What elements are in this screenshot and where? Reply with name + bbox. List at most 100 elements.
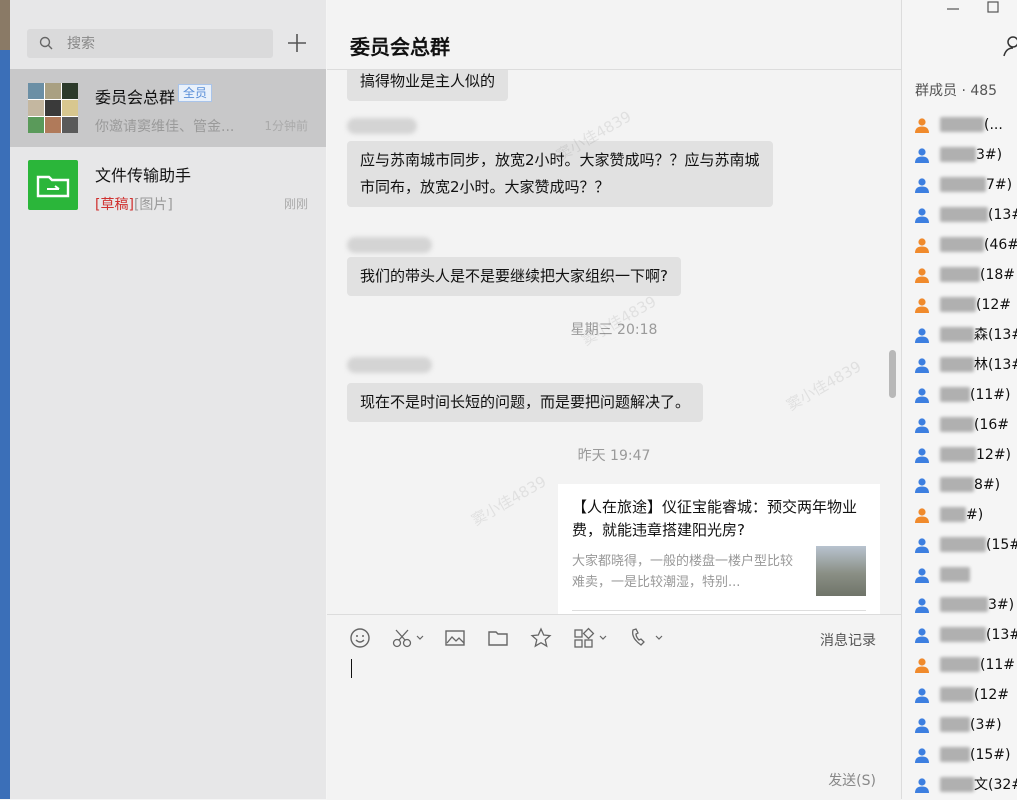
text-cursor — [351, 659, 352, 678]
member-avatar-icon — [915, 148, 929, 163]
sender-name-blurred — [347, 118, 417, 134]
member-name-blurred — [940, 237, 984, 252]
call-icon[interactable] — [629, 627, 667, 649]
minimize-icon[interactable] — [946, 2, 960, 16]
member-item[interactable]: (18# — [914, 265, 1017, 285]
screenshot-icon[interactable] — [391, 627, 427, 649]
member-avatar-icon — [915, 358, 929, 373]
search-box[interactable] — [27, 29, 273, 58]
member-avatar-icon — [915, 628, 929, 643]
draft-label: [草稿] — [95, 197, 134, 213]
member-info-icon[interactable] — [1002, 34, 1017, 58]
member-name-suffix: (15#) — [970, 747, 1011, 763]
member-name-blurred — [940, 477, 974, 492]
member-avatar-icon — [915, 448, 929, 463]
conversation-list-panel: 委员会总群 全员 你邀请窦维佳、管金... 1分钟前 文件传输助手 [草稿][图… — [10, 0, 326, 799]
conversation-item-group[interactable]: 委员会总群 全员 你邀请窦维佳、管金... 1分钟前 — [10, 69, 326, 147]
member-item[interactable]: (15#) — [914, 745, 1017, 765]
folder-icon[interactable] — [487, 627, 509, 649]
member-name-blurred — [940, 387, 970, 402]
apps-icon[interactable] — [573, 627, 611, 649]
conversation-time: 刚刚 — [283, 197, 308, 211]
member-name-blurred — [940, 567, 970, 582]
group-avatar — [28, 83, 78, 133]
member-name-suffix: (11# — [980, 657, 1016, 673]
member-item[interactable]: (3#) — [914, 715, 1017, 735]
member-name-blurred — [940, 117, 984, 132]
member-avatar-icon — [915, 268, 929, 283]
member-item[interactable]: (13# — [914, 625, 1017, 645]
conversation-time: 1分钟前 — [264, 119, 308, 133]
member-name-blurred — [940, 717, 970, 732]
member-item[interactable]: (11#) — [914, 385, 1017, 405]
watermark: 窦小佳4839 — [783, 357, 865, 415]
conversation-item-file-transfer[interactable]: 文件传输助手 [草稿][图片] 刚刚 — [10, 147, 326, 225]
member-item[interactable]: #) — [914, 505, 1017, 525]
image-icon[interactable] — [444, 627, 466, 649]
member-name-blurred — [940, 147, 976, 162]
member-item[interactable]: 12#) — [914, 445, 1017, 465]
member-name-suffix: (12# — [976, 297, 1012, 313]
member-item[interactable]: (... — [914, 115, 1017, 135]
member-name-suffix: 3#) — [976, 147, 1003, 163]
member-name-blurred — [940, 447, 976, 462]
message-bubble[interactable]: 我们的带头人是不是要继续把大家组织一下啊? — [347, 257, 681, 296]
message-input-area[interactable]: 消息记录 发送(S) — [327, 614, 901, 800]
message-list[interactable]: 搞得物业是主人似的 应与苏南城市同步，放宽2小时。大家赞成吗？？应与苏南城市同布… — [327, 70, 901, 614]
member-item[interactable] — [914, 565, 1017, 585]
member-item[interactable]: (12# — [914, 295, 1017, 315]
member-name-suffix: (18# — [980, 267, 1016, 283]
member-item[interactable]: (13# — [914, 205, 1017, 225]
member-avatar-icon — [915, 418, 929, 433]
message-bubble[interactable]: 现在不是时间长短的问题，而是要把问题解决了。 — [347, 383, 704, 422]
member-avatar-icon — [915, 688, 929, 703]
link-card-message[interactable]: 【人在旅途】仪征宝能睿城：预交两年物业费，就能违章搭建阳光房? 大家都晓得，一般… — [558, 484, 880, 614]
member-avatar-icon — [915, 598, 929, 613]
member-name-suffix: (3#) — [970, 717, 1002, 733]
member-avatar-icon — [915, 178, 929, 193]
member-item[interactable]: 森(13# — [914, 325, 1017, 345]
chat-scrollbar[interactable] — [889, 350, 896, 398]
folder-icon — [36, 175, 70, 198]
member-item[interactable]: (11# — [914, 655, 1017, 675]
member-name-suffix: (46# — [984, 237, 1017, 253]
emoji-icon[interactable] — [349, 627, 371, 649]
member-avatar-icon — [915, 748, 929, 763]
divider — [572, 610, 866, 611]
member-avatar-icon — [915, 538, 929, 553]
member-avatar-icon — [915, 118, 929, 133]
member-item[interactable]: 3#) — [914, 595, 1017, 615]
member-avatar-icon — [915, 658, 929, 673]
member-panel: 群成员 · 485 (... 3#) 7#) (13# (46# (18# (12# 森(13… — [901, 0, 1017, 799]
sender-name-blurred — [347, 357, 432, 373]
member-name-suffix: (13# — [986, 627, 1017, 643]
chat-title: 委员会总群 — [350, 35, 450, 59]
search-input[interactable] — [65, 32, 269, 56]
add-chat-button[interactable] — [287, 33, 307, 53]
member-item[interactable]: 3#) — [914, 145, 1017, 165]
member-item[interactable]: (15# — [914, 535, 1017, 555]
member-item[interactable]: 8#) — [914, 475, 1017, 495]
member-avatar-icon — [915, 718, 929, 733]
member-item[interactable]: (16# — [914, 415, 1017, 435]
conversation-name: 委员会总群 — [95, 88, 176, 107]
member-name-suffix: 文(32# — [974, 777, 1017, 793]
member-name-suffix: #) — [966, 507, 984, 523]
message-bubble[interactable]: 搞得物业是主人似的 — [347, 70, 509, 101]
send-button[interactable]: 发送(S) — [828, 770, 876, 790]
member-avatar-icon — [915, 298, 929, 313]
member-item[interactable]: 文(32# — [914, 775, 1017, 795]
maximize-icon[interactable] — [986, 0, 1000, 14]
member-item[interactable]: (46# — [914, 235, 1017, 255]
member-item[interactable]: 7#) — [914, 175, 1017, 195]
member-name-blurred — [940, 507, 966, 522]
member-name-suffix: (11#) — [970, 387, 1011, 403]
member-avatar-icon — [915, 388, 929, 403]
timestamp: 昨天 19:47 — [577, 448, 651, 464]
favorites-star-icon[interactable] — [530, 627, 552, 649]
member-item[interactable]: 林(13# — [914, 355, 1017, 375]
member-name-suffix: 12#) — [976, 447, 1012, 463]
message-history-link[interactable]: 消息记录 — [820, 630, 876, 650]
member-name-blurred — [940, 537, 986, 552]
member-item[interactable]: (12# — [914, 685, 1017, 705]
